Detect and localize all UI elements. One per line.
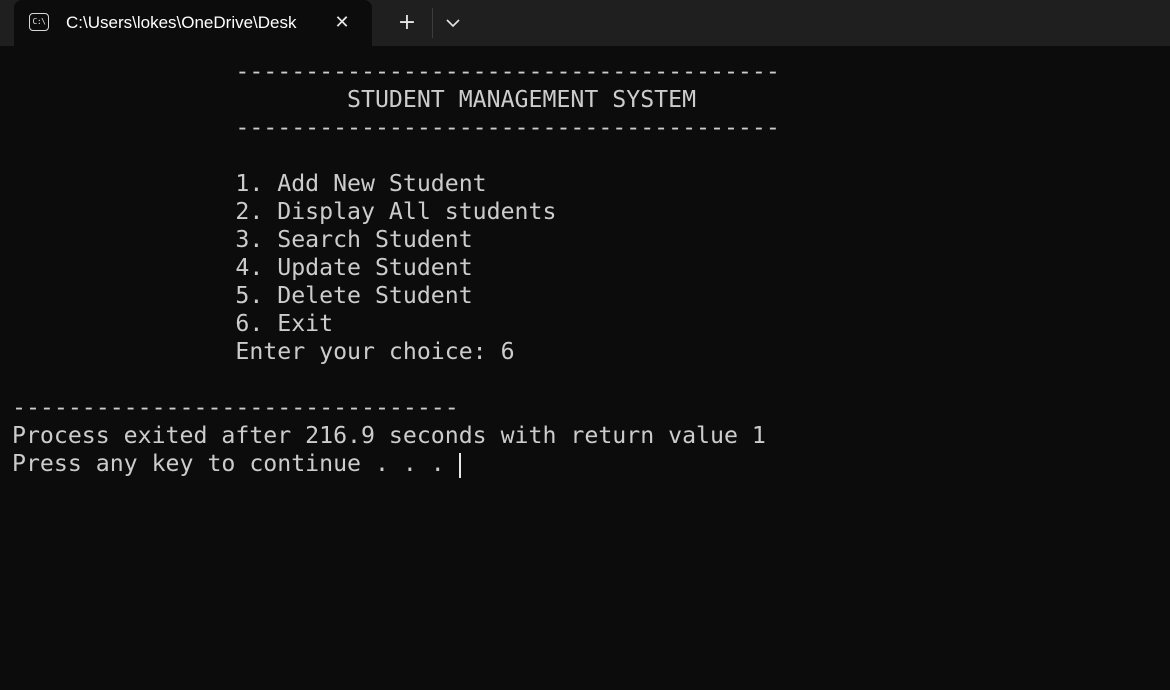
- continue-prompt: Press any key to continue . . .: [12, 450, 459, 477]
- tab-divider: [432, 8, 433, 38]
- tab-bar: C:\ C:\Users\lokes\OneDrive\Desk ✕ +: [0, 0, 1170, 46]
- close-icon[interactable]: ✕: [330, 11, 354, 35]
- menu-option-search: 3. Search Student: [12, 226, 473, 253]
- choice-prompt: Enter your choice: 6: [12, 338, 515, 365]
- menu-option-update: 4. Update Student: [12, 254, 473, 281]
- separator-line: --------------------------------: [12, 394, 459, 421]
- menu-option-add: 1. Add New Student: [12, 170, 487, 197]
- terminal-icon: C:\: [29, 13, 49, 31]
- process-exit-message: Process exited after 216.9 seconds with …: [12, 422, 766, 449]
- menu-option-delete: 5. Delete Student: [12, 282, 473, 309]
- tab-title: C:\Users\lokes\OneDrive\Desk: [66, 13, 297, 32]
- menu-option-exit: 6. Exit: [12, 310, 334, 337]
- menu-title: STUDENT MANAGEMENT SYSTEM: [12, 86, 697, 113]
- chevron-down-icon[interactable]: [440, 9, 466, 37]
- plus-icon[interactable]: +: [393, 9, 421, 37]
- menu-option-display: 2. Display All students: [12, 198, 557, 225]
- text-cursor: [459, 453, 461, 478]
- terminal-output[interactable]: --------------------------------------- …: [0, 46, 1170, 690]
- terminal-window: C:\ C:\Users\lokes\OneDrive\Desk ✕ + ---…: [0, 0, 1170, 690]
- menu-border-bottom: ---------------------------------------: [12, 114, 794, 141]
- menu-border-top: ---------------------------------------: [12, 58, 794, 85]
- active-tab[interactable]: C:\ C:\Users\lokes\OneDrive\Desk ✕: [14, 0, 372, 46]
